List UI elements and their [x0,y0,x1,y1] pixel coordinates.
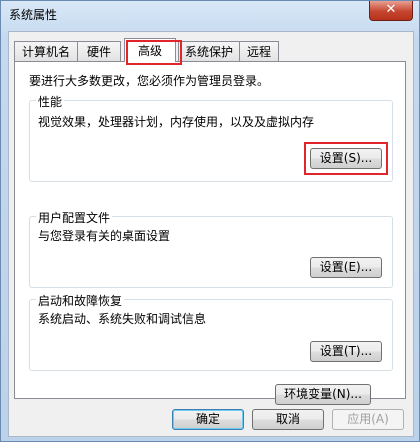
tab-system-protection[interactable]: 系统保护 [178,41,240,61]
performance-title: 性能 [36,93,65,110]
admin-note: 要进行大多数更改，您必须作为管理员登录。 [29,74,270,88]
advanced-tab-panel: 要进行大多数更改，您必须作为管理员登录。 性能 视觉效果，处理器计划，内存使用，… [14,61,406,405]
apply-button[interactable]: 应用(A) [332,409,404,430]
user-profiles-settings-button[interactable]: 设置(E)... [310,257,382,278]
user-profiles-title: 用户配置文件 [36,209,113,226]
tab-remote[interactable]: 远程 [239,41,279,61]
performance-button-highlight [304,142,388,175]
startup-recovery-settings-button[interactable]: 设置(T)... [310,341,382,362]
dialog-client-area: 计算机名 硬件 高级 系统保护 远程 要进行大多数更改，您必须作为管理员登录。 … [8,31,414,437]
advanced-tab-highlight [126,40,182,65]
performance-group: 性能 视觉效果，处理器计划，内存使用，以及及虚拟内存 设置(S)... [29,93,393,182]
user-profiles-group: 用户配置文件 与您登录有关的桌面设置 设置(E)... [29,209,393,288]
tab-hardware[interactable]: 硬件 [77,41,121,61]
startup-recovery-description: 系统启动、系统失败和调试信息 [38,312,207,326]
user-profiles-description: 与您登录有关的桌面设置 [38,229,171,243]
cancel-button[interactable]: 取消 [252,409,324,430]
close-button[interactable]: ✕ [369,1,413,21]
ok-button[interactable]: 确定 [172,409,244,430]
startup-recovery-group: 启动和故障恢复 系统启动、系统失败和调试信息 设置(T)... [29,292,393,371]
performance-description: 视觉效果，处理器计划，内存使用，以及及虚拟内存 [38,115,315,129]
startup-recovery-title: 启动和故障恢复 [36,292,125,309]
window-title: 系统属性 [9,8,58,22]
environment-variables-button[interactable]: 环境变量(N)... [275,384,371,405]
tab-computer-name[interactable]: 计算机名 [14,41,78,61]
system-properties-window: 系统属性 ✕ 计算机名 硬件 高级 系统保护 远程 要进行大多数更改，您必须作为… [0,0,420,442]
